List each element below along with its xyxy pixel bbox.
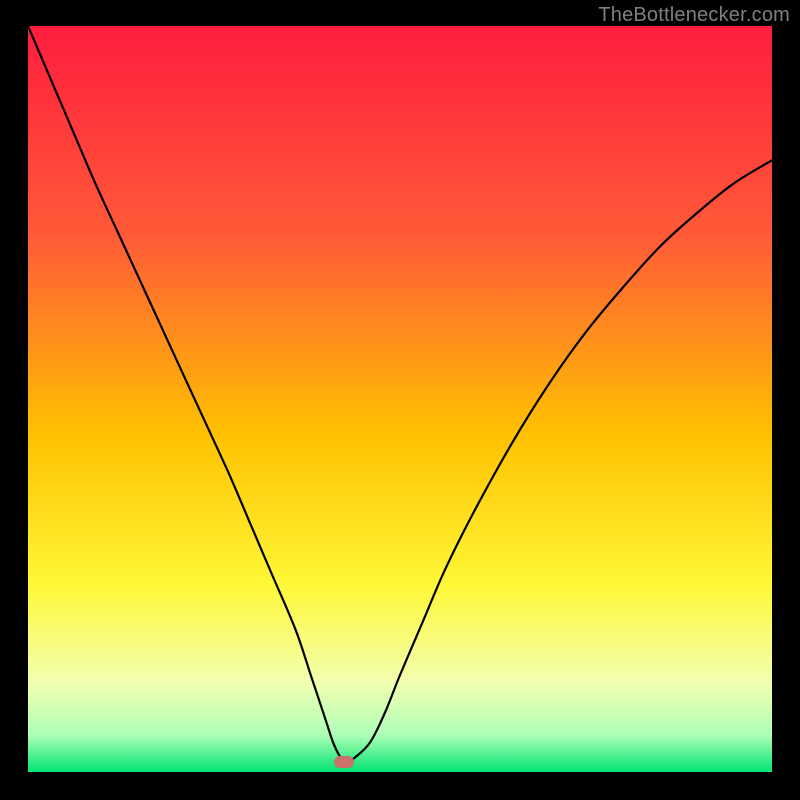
- chart-frame: TheBottlenecker.com: [0, 0, 800, 800]
- optimal-point-marker: [334, 756, 354, 768]
- bottleneck-curve: [28, 26, 772, 772]
- plot-area: [28, 26, 772, 772]
- attribution-label: TheBottlenecker.com: [598, 4, 790, 27]
